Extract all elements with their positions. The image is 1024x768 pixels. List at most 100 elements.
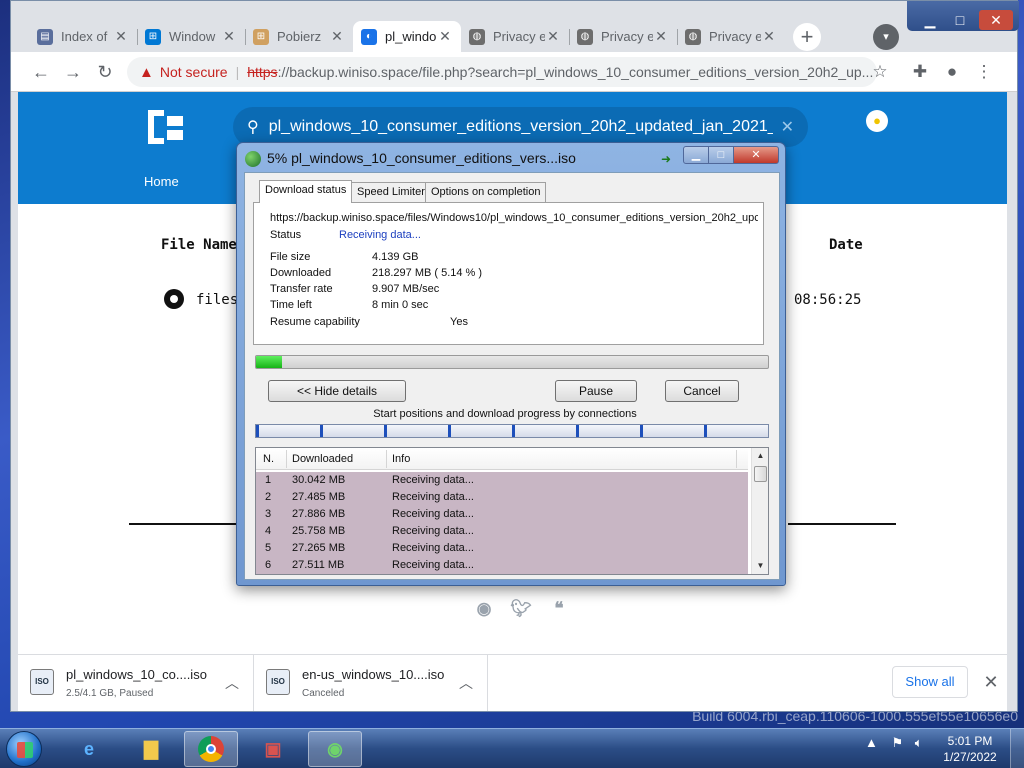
- downloaded-label: Downloaded: [270, 267, 332, 279]
- reload-icon[interactable]: ↻: [93, 60, 117, 84]
- minimize-icon[interactable]: ▁: [917, 10, 943, 30]
- table-row[interactable]: 6 27.511 MB Receiving data...: [256, 557, 748, 574]
- close-tab-icon[interactable]: ✕: [221, 28, 237, 45]
- show-all-button[interactable]: Show all: [892, 666, 968, 698]
- download-item[interactable]: ISO en-us_windows_10....iso Canceled ︿: [254, 655, 488, 711]
- close-tab-icon[interactable]: ✕: [545, 28, 561, 45]
- file-row-name[interactable]: files: [196, 292, 238, 308]
- twitter-icon[interactable]: 🐦︎: [509, 598, 533, 620]
- tray-expand-icon[interactable]: ▲: [865, 735, 878, 750]
- hide-details-button[interactable]: << Hide details: [268, 380, 406, 402]
- file-explorer-icon[interactable]: ▇: [124, 731, 178, 767]
- maximize-icon[interactable]: □: [708, 146, 734, 164]
- chat-icon[interactable]: ❝: [547, 598, 571, 620]
- table-row[interactable]: 4 25.758 MB Receiving data...: [256, 523, 748, 540]
- tab-windows[interactable]: ⊞ Window ✕: [137, 21, 245, 52]
- site-search-input[interactable]: ⚲ pl_windows_10_consumer_editions_versio…: [233, 107, 808, 147]
- tab-index-of[interactable]: ▤ Index of ✕: [29, 21, 137, 52]
- idm-app-icon: [245, 151, 261, 167]
- chevron-up-icon[interactable]: ︿: [458, 673, 474, 693]
- table-scrollbar[interactable]: ▲ ▼: [751, 448, 768, 574]
- action-center-flag-icon[interactable]: ⚑: [892, 735, 904, 750]
- close-dialog-icon[interactable]: ✕: [733, 146, 779, 164]
- chevron-up-icon[interactable]: ︿: [224, 673, 240, 693]
- toolbox-app-icon[interactable]: ▣: [246, 731, 300, 767]
- tab-privacy-1[interactable]: ◍ Privacy e ✕: [461, 21, 569, 52]
- divider: [788, 523, 896, 525]
- browser-toolbar: ← → ↻ ▲ Not secure | https ://backup.win…: [11, 52, 1017, 92]
- globe-icon: ◍: [685, 28, 701, 45]
- scroll-down-icon[interactable]: ▼: [754, 559, 767, 573]
- globe-icon: ◍: [469, 28, 485, 45]
- tab-pl-windows[interactable]: ◐ pl_windo ✕: [353, 21, 461, 52]
- header-downloaded[interactable]: Downloaded: [292, 453, 353, 465]
- tab-pobierz[interactable]: ⊞ Pobierz ✕: [245, 21, 353, 52]
- table-row[interactable]: 3 27.886 MB Receiving data...: [256, 506, 748, 523]
- connection-start-marker: [384, 425, 387, 437]
- resume-capability-label: Resume capability: [270, 316, 360, 328]
- volume-icon[interactable]: 🔈︎: [915, 735, 923, 750]
- download-url: https://backup.winiso.space/files/Window…: [270, 212, 758, 224]
- back-icon[interactable]: ←: [29, 60, 53, 84]
- scroll-thumb[interactable]: [754, 466, 767, 482]
- window-controls: ▁ □ ✕: [907, 1, 1019, 31]
- tab-search-icon[interactable]: ▾: [873, 24, 899, 50]
- new-tab-button[interactable]: +: [793, 23, 821, 51]
- header-n[interactable]: N.: [263, 453, 274, 465]
- close-tab-icon[interactable]: ✕: [653, 28, 669, 45]
- connection-start-marker: [576, 425, 579, 437]
- table-row[interactable]: 1 30.042 MB Receiving data...: [256, 472, 748, 489]
- header-divider: [386, 450, 387, 468]
- connection-start-marker: [256, 425, 259, 437]
- clock-date[interactable]: 1/27/2022: [940, 750, 1000, 764]
- close-tab-icon[interactable]: ✕: [113, 28, 129, 45]
- start-button[interactable]: [6, 731, 42, 767]
- download-progress-bar: [255, 355, 769, 369]
- address-bar[interactable]: ▲ Not secure | https ://backup.winiso.sp…: [127, 57, 877, 87]
- close-tab-icon[interactable]: ✕: [329, 28, 345, 45]
- close-tab-icon[interactable]: ✕: [761, 28, 777, 45]
- forward-icon[interactable]: →: [61, 60, 85, 84]
- dialog-title: 5% pl_windows_10_consumer_editions_vers.…: [267, 150, 576, 166]
- chrome-taskbar-icon[interactable]: [184, 731, 238, 767]
- divider: [129, 523, 239, 525]
- scroll-up-icon[interactable]: ▲: [754, 449, 767, 463]
- close-downloads-bar-icon[interactable]: ✕: [980, 671, 1002, 693]
- site-logo-icon[interactable]: [148, 110, 184, 144]
- pause-button[interactable]: Pause: [555, 380, 637, 402]
- profile-avatar-icon[interactable]: ●: [941, 61, 963, 83]
- close-tab-icon[interactable]: ✕: [437, 28, 453, 45]
- tab-download-status[interactable]: Download status: [259, 180, 353, 203]
- idm-minimize-to-tray-icon[interactable]: ➜: [661, 152, 679, 166]
- tab-privacy-2[interactable]: ◍ Privacy e ✕: [569, 21, 677, 52]
- header-info[interactable]: Info: [392, 453, 410, 465]
- taskbar: e ▇ ▣ ◉ ▲ ⚑ 🔈︎ 5:01 PM 1/27/2022: [0, 728, 1024, 768]
- status-value: Receiving data...: [339, 229, 421, 241]
- tab-options-on-completion[interactable]: Options on completion: [425, 182, 547, 202]
- tab-privacy-3[interactable]: ◍ Privacy e ✕: [677, 21, 785, 52]
- table-row[interactable]: 2 27.485 MB Receiving data...: [256, 489, 748, 506]
- maximize-icon[interactable]: □: [947, 10, 973, 30]
- internet-explorer-icon[interactable]: e: [62, 731, 116, 767]
- transfer-rate-label: Transfer rate: [270, 283, 333, 295]
- not-secure-label[interactable]: Not secure: [160, 64, 228, 80]
- idm-taskbar-icon[interactable]: ◉: [308, 731, 362, 767]
- connection-start-marker: [704, 425, 707, 437]
- show-desktop-button[interactable]: [1010, 729, 1024, 768]
- table-row[interactable]: 5 27.265 MB Receiving data...: [256, 540, 748, 557]
- cancel-button[interactable]: Cancel: [665, 380, 739, 402]
- close-window-icon[interactable]: ✕: [979, 10, 1013, 30]
- nav-home-link[interactable]: Home: [144, 174, 179, 189]
- download-item[interactable]: ISO pl_windows_10_co....iso 2.5/4.1 GB, …: [18, 655, 254, 711]
- lightbulb-icon[interactable]: ●: [866, 110, 888, 132]
- github-icon[interactable]: ◉: [472, 598, 496, 620]
- minimize-icon[interactable]: ▁: [683, 146, 709, 164]
- clear-search-icon[interactable]: ✕: [781, 117, 794, 137]
- tab-speed-limiter[interactable]: Speed Limiter: [351, 182, 431, 202]
- clock-time[interactable]: 5:01 PM: [940, 734, 1000, 748]
- extensions-icon[interactable]: ✚: [909, 61, 931, 83]
- downloaded-value: 218.297 MB ( 5.14 % ): [372, 267, 483, 279]
- menu-kebab-icon[interactable]: ⋮: [973, 61, 995, 83]
- download-status-panel: https://backup.winiso.space/files/Window…: [253, 202, 764, 345]
- bookmark-star-icon[interactable]: ☆: [869, 61, 891, 83]
